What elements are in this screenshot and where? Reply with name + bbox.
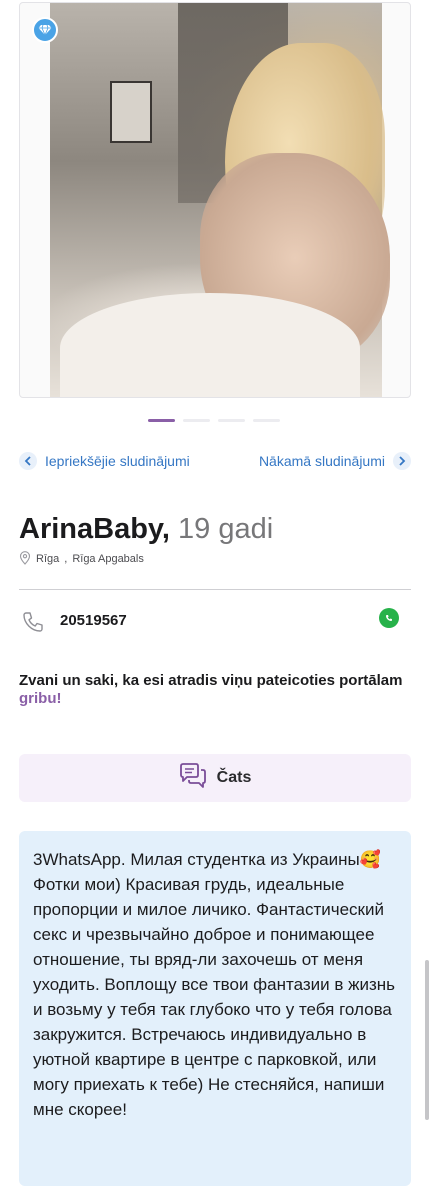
pagination-dot[interactable] — [183, 419, 210, 422]
phone-icon — [21, 610, 45, 639]
portal-brand-link[interactable]: gribu! — [19, 690, 62, 707]
pagination-dot[interactable] — [253, 419, 280, 422]
photo-gallery[interactable] — [19, 2, 411, 398]
phone-number[interactable]: 20519567 — [60, 612, 127, 629]
listing-description: 3WhatsApp. Милая студентка из Украины🥰 Ф… — [19, 831, 411, 1186]
diamond-icon — [32, 17, 58, 43]
previous-listings-label: Iepriekšējie sludinājumi — [45, 453, 190, 469]
contact-note-text: Zvani un saki, ka esi atradis viņu patei… — [19, 672, 403, 689]
listing-title: ArinaBaby, 19 gadi — [19, 512, 273, 546]
profile-photo[interactable] — [50, 3, 390, 397]
pagination-dot-active[interactable] — [148, 419, 175, 422]
chevron-left-icon — [19, 452, 37, 470]
chat-bubbles-icon — [179, 762, 207, 794]
pagination-dot[interactable] — [218, 419, 245, 422]
listing-name: ArinaBaby, — [19, 513, 170, 545]
page-scrollbar[interactable] — [425, 960, 429, 1120]
location-city[interactable]: Rīga — [36, 553, 59, 565]
photo-wall-clock — [110, 81, 152, 143]
listing-age: 19 gadi — [178, 513, 274, 545]
phone-row[interactable]: 20519567 — [19, 606, 411, 638]
chat-button[interactable]: Čats — [19, 754, 411, 802]
map-pin-icon — [19, 550, 31, 568]
next-listings-label: Nākamā sludinājumi — [258, 453, 385, 469]
description-text: 3WhatsApp. Милая студентка из Украины🥰 Ф… — [33, 850, 396, 1119]
photo-pillow — [60, 293, 360, 397]
listing-location: Rīga , Rīga Apgabals — [19, 550, 144, 568]
contact-note: Zvani un saki, ka esi atradis viņu patei… — [19, 672, 411, 708]
location-region[interactable]: Rīga Apgabals — [72, 553, 144, 565]
section-divider — [19, 589, 411, 590]
previous-listings-link[interactable]: Iepriekšējie sludinājumi — [19, 452, 190, 470]
chevron-right-icon — [393, 452, 411, 470]
gallery-pagination — [148, 419, 280, 422]
chat-button-label: Čats — [216, 769, 252, 786]
listing-navigation: Iepriekšējie sludinājumi Nākamā sludināj… — [19, 452, 411, 472]
location-separator: , — [64, 553, 68, 565]
whatsapp-icon[interactable] — [379, 608, 399, 628]
next-listings-link[interactable]: Nākamā sludinājumi — [259, 452, 411, 470]
